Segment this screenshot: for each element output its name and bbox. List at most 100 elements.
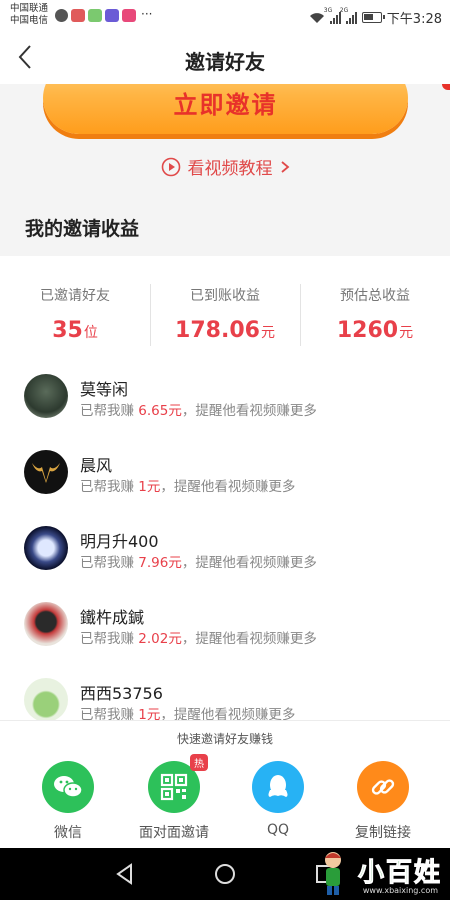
share-label: QQ <box>266 822 290 838</box>
bull-icon <box>32 463 60 483</box>
more-notifications-icon: ··· <box>141 7 153 21</box>
earning-amount: 6.65元 <box>138 403 182 419</box>
list-item[interactable]: 明月升400 已帮我赚 7.96元，提醒他看视频赚更多 <box>0 524 450 600</box>
stat-unit: 元 <box>399 325 414 341</box>
friend-name: 鐵杵成鍼 <box>80 608 145 627</box>
share-panel-title: 快速邀请好友赚钱 <box>176 732 273 746</box>
friend-earning-text: 已帮我赚 6.65元，提醒他看视频赚更多 <box>80 399 317 419</box>
network-type-label: 2G <box>339 6 349 14</box>
watermark-url: www.xbaixing.com <box>362 886 438 895</box>
earning-suffix: ，提醒他看视频赚更多 <box>160 707 296 720</box>
stat-received-earnings: 已到账收益 178.06元 <box>150 278 300 350</box>
avatar <box>24 526 68 570</box>
carrier-1: 中国联通 <box>10 3 49 14</box>
earnings-section-title: 我的邀请收益 <box>25 218 140 240</box>
friend-earning-text: 已帮我赚 7.96元，提醒他看视频赚更多 <box>80 551 317 571</box>
app-notification-icon <box>122 9 136 22</box>
earning-amount: 2.02元 <box>138 631 182 647</box>
corner-decoration <box>442 84 450 90</box>
stat-number: 1260 <box>336 318 399 343</box>
stat-estimated-earnings: 预估总收益 1260元 <box>300 278 450 350</box>
qrcode-icon: 热 <box>148 754 208 813</box>
list-item[interactable]: 晨风 已帮我赚 1元，提醒他看视频赚更多 <box>0 448 450 524</box>
play-icon <box>161 157 180 176</box>
earning-prefix: 已帮我赚 <box>80 479 134 495</box>
earning-prefix: 已帮我赚 <box>80 631 134 647</box>
earning-amount: 1元 <box>138 707 161 720</box>
nav-home-button[interactable] <box>213 862 237 886</box>
signal-icon: 2G <box>340 7 357 24</box>
share-face-to-face-button[interactable]: 热 面对面邀请 <box>124 754 224 842</box>
stat-number: 178.06 <box>175 318 260 343</box>
stat-label: 已到账收益 <box>190 288 260 304</box>
nav-back-button[interactable] <box>113 862 137 886</box>
stat-label: 预估总收益 <box>340 288 410 304</box>
friend-earning-text: 已帮我赚 1元，提醒他看视频赚更多 <box>80 475 295 495</box>
earning-suffix: ，提醒他看视频赚更多 <box>181 631 317 647</box>
invite-now-button[interactable]: 立即邀请 <box>43 84 408 134</box>
triangle-back-icon <box>116 863 132 885</box>
main-content[interactable]: 立即邀请 看视频教程 我的邀请收益 已邀请好友 35位 已到账收益 178.06… <box>0 84 450 720</box>
app-notification-icon <box>88 9 102 22</box>
carrier-2: 中国电信 <box>10 15 49 26</box>
stat-value: 1260元 <box>300 318 450 343</box>
watermark: 小百姓 www.xbaixing.com <box>318 848 446 898</box>
hot-badge: 热 <box>190 754 208 771</box>
earning-prefix: 已帮我赚 <box>80 707 134 720</box>
chevron-right-icon <box>280 160 289 173</box>
qq-glyph <box>268 775 288 797</box>
share-panel: 快速邀请好友赚钱 微信 热 面对面邀请 QQ 复制链接 <box>0 720 450 848</box>
stat-number: 35 <box>52 318 83 343</box>
share-wechat-button[interactable]: 微信 <box>18 761 118 842</box>
friend-name: 明月升400 <box>80 532 159 551</box>
earning-suffix: ，提醒他看视频赚更多 <box>181 403 317 419</box>
stat-invited-friends: 已邀请好友 35位 <box>0 278 150 350</box>
friend-list: 莫等闲 已帮我赚 6.65元，提醒他看视频赚更多 晨风 已帮我赚 1元，提醒他看… <box>0 372 450 720</box>
clock: 下午3:28 <box>386 12 442 27</box>
friend-name: 莫等闲 <box>80 380 129 399</box>
list-item[interactable]: 西西53756 已帮我赚 1元，提醒他看视频赚更多 <box>0 676 450 720</box>
avatar <box>24 678 68 720</box>
wechat-glyph <box>54 776 83 798</box>
share-copy-link-button[interactable]: 复制链接 <box>333 761 433 842</box>
avatar <box>24 374 68 418</box>
share-label: 微信 <box>54 825 82 841</box>
share-label: 面对面邀请 <box>139 825 209 841</box>
earning-suffix: ，提醒他看视频赚更多 <box>181 555 317 571</box>
earnings-card: 已邀请好友 35位 已到账收益 178.06元 预估总收益 1260元 莫等闲 … <box>0 256 450 720</box>
link-glyph <box>371 779 395 795</box>
share-qq-button[interactable]: QQ <box>228 761 328 838</box>
wechat-icon <box>42 761 94 813</box>
status-bar: 中国联通 中国电信 ··· 3G 2G 下午3:28 <box>0 0 450 32</box>
friend-earning-text: 已帮我赚 2.02元，提醒他看视频赚更多 <box>80 627 317 647</box>
wifi-icon <box>309 12 324 23</box>
network-type-label: 3G <box>323 6 333 14</box>
carrier-info: 中国联通 中国电信 <box>10 3 48 27</box>
friend-name: 晨风 <box>80 456 113 475</box>
video-tutorial-link[interactable]: 看视频教程 <box>0 154 450 179</box>
tutorial-label: 看视频教程 <box>187 159 273 179</box>
circle-home-icon <box>215 864 235 884</box>
earning-prefix: 已帮我赚 <box>80 403 134 419</box>
system-status: 3G 2G 下午3:28 <box>309 6 442 27</box>
earning-amount: 7.96元 <box>138 555 182 571</box>
avatar <box>24 602 68 646</box>
app-notification-icon <box>105 9 119 22</box>
system-nav-bar: 小百姓 www.xbaixing.com <box>0 848 450 900</box>
qrcode-glyph <box>160 773 188 801</box>
battery-icon <box>361 12 385 23</box>
qq-icon <box>252 761 304 813</box>
link-icon <box>357 761 409 813</box>
list-item[interactable]: 莫等闲 已帮我赚 6.65元，提醒他看视频赚更多 <box>0 372 450 448</box>
earning-amount: 1元 <box>138 479 161 495</box>
earnings-stats: 已邀请好友 35位 已到账收益 178.06元 预估总收益 1260元 <box>0 278 450 350</box>
stat-value: 178.06元 <box>150 318 300 343</box>
page-title: 邀请好友 <box>185 50 265 74</box>
nav-bar: 邀请好友 <box>0 32 450 84</box>
list-item[interactable]: 鐵杵成鍼 已帮我赚 2.02元，提醒他看视频赚更多 <box>0 600 450 676</box>
message-notification-icon <box>55 9 68 22</box>
mascot-icon <box>325 852 341 895</box>
stat-unit: 位 <box>83 325 98 341</box>
stat-label: 已邀请好友 <box>40 288 110 304</box>
stat-value: 35位 <box>0 318 150 343</box>
